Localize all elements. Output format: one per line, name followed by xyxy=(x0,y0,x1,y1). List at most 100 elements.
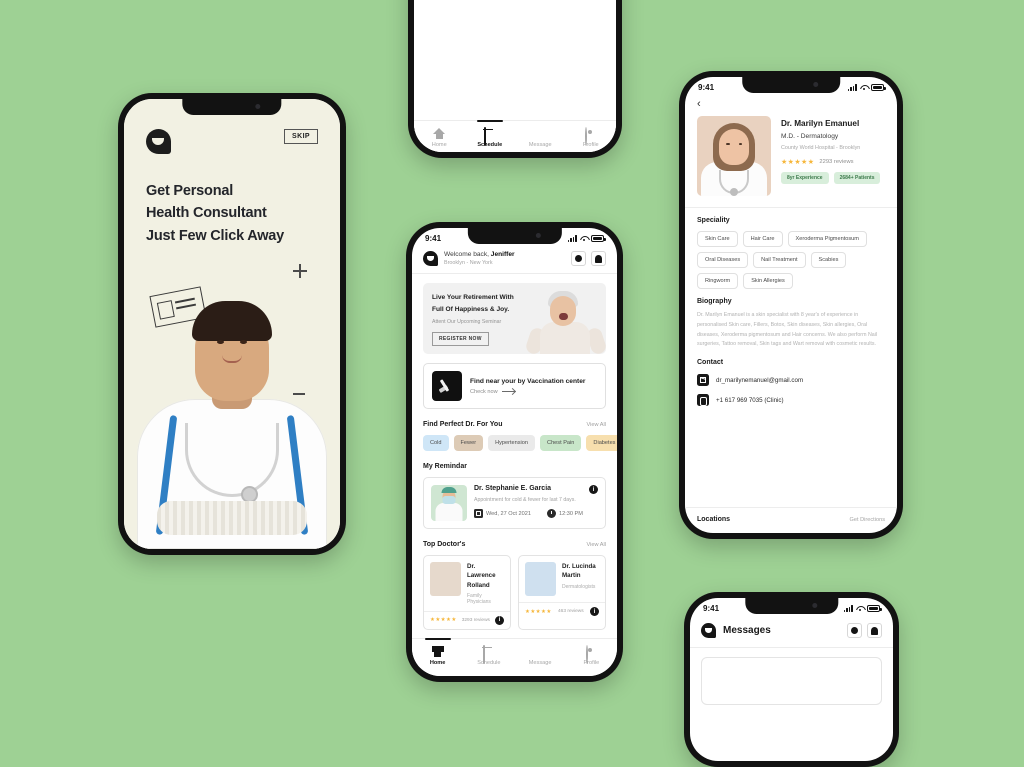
contact-email: dr_marilynemanuel@gmail.com xyxy=(716,376,804,384)
speciality-tag-2[interactable]: Xeroderma Pigmentosum xyxy=(787,231,867,247)
battery-icon xyxy=(591,235,606,242)
tab-message[interactable]: Message xyxy=(515,646,566,666)
doctor-badge-1: 2684+ Patients xyxy=(833,172,881,184)
speciality-tag-0[interactable]: Skin Care xyxy=(697,231,738,247)
home-header: Welcome back, Jeniffer Brooklyn - New Yo… xyxy=(412,245,617,274)
tab-home[interactable]: Home xyxy=(412,646,463,666)
info-icon[interactable] xyxy=(494,615,504,625)
contact-title: Contact xyxy=(697,359,724,367)
top-doctor-card[interactable]: Dr. Lucinda Martin Dermatologists ★★★★★ 463… xyxy=(518,555,606,630)
tab-profile[interactable]: Profile xyxy=(566,127,617,148)
welcome-prefix: Welcome back, xyxy=(444,251,491,258)
back-button[interactable]: ‹ xyxy=(685,94,897,112)
contact-phone-row[interactable]: +1 617 969 7035 (Clinic) xyxy=(697,394,885,407)
speciality-tag-6[interactable]: Ringworm xyxy=(697,273,739,289)
doctor-photo xyxy=(525,562,556,596)
reminder-title: My Remindar xyxy=(423,463,467,470)
speciality-tag-3[interactable]: Oral Diseases xyxy=(697,252,749,268)
top-doctors-title: Top Doctor's xyxy=(423,541,466,548)
doctor-role: M.D. - Dermatology xyxy=(781,133,839,140)
info-icon[interactable] xyxy=(589,607,599,616)
review-count: 3293 reviews xyxy=(461,617,490,623)
top-doctors-header: Top Doctor's View All xyxy=(423,541,606,548)
biography-title: Biography xyxy=(697,298,732,305)
find-doctor-header: Find Perfect Dr. For You View All xyxy=(423,421,606,428)
top-doctor-name: Dr. Lawrence Rolland xyxy=(467,563,496,589)
contact-email-row[interactable]: dr_marilynemanuel@gmail.com xyxy=(697,374,885,387)
symptom-chip-1[interactable]: Fewer xyxy=(453,435,484,451)
speciality-tag-7[interactable]: Skin Allergies xyxy=(743,273,793,289)
phone-home: 9:41 Welcome back, Jeniffer Brooklyn - N… xyxy=(406,222,623,682)
bell-icon xyxy=(871,626,878,635)
reminder-card[interactable]: Dr. Stephanie E. Garcia Appointment for … xyxy=(423,477,606,529)
reminder-time-label: 12:30 PM xyxy=(559,510,583,517)
doctor-illustration xyxy=(124,301,340,549)
tab-schedule[interactable]: Schedule xyxy=(465,127,516,148)
search-button[interactable] xyxy=(847,623,862,638)
tab-home[interactable]: Home xyxy=(414,128,465,148)
user-name: Jeniffer xyxy=(490,251,515,258)
get-directions-link[interactable]: Get Directions xyxy=(850,517,885,523)
reminder-doctor-name: Dr. Stephanie E. Garcia xyxy=(474,485,552,492)
onboarding-headline: Get Personal Health Consultant Just Few … xyxy=(124,154,340,247)
search-button[interactable] xyxy=(571,251,586,266)
top-doctors-view-all[interactable]: View All xyxy=(587,542,607,548)
mockup-stage: Offline Clinic Appointment Dr. Michael A… xyxy=(0,0,1024,767)
doctor-name: Dr. Marilyn Emanuel xyxy=(781,119,860,128)
symptom-chips: Cold Fewer Hypertension Chest Pain Diabetes xyxy=(423,435,617,451)
bottom-tabbar: Home Schedule Message Profile xyxy=(414,120,616,152)
phone-doctor-profile: 9:41 ‹ Dr. Marilyn Emanuel M.D. - Dermat… xyxy=(679,71,903,539)
symptom-chip-2[interactable]: Hypertension xyxy=(488,435,536,451)
info-icon[interactable] xyxy=(589,485,598,494)
banner-title-line1: Live Your Retirement With xyxy=(432,294,514,301)
doctor-photo xyxy=(697,116,771,196)
symptom-chip-0[interactable]: Cold xyxy=(423,435,449,451)
user-location: Brooklyn - New York xyxy=(444,260,493,266)
tab-schedule-label: Schedule xyxy=(477,142,503,148)
clock-icon xyxy=(547,509,556,518)
notification-button[interactable] xyxy=(867,623,882,638)
register-now-button[interactable]: REGISTER NOW xyxy=(432,332,489,347)
messages-title: Messages xyxy=(723,625,771,636)
top-doctor-specialty: Family Physicians xyxy=(467,592,491,605)
app-logo-icon xyxy=(701,623,716,638)
find-doctor-view-all[interactable]: View All xyxy=(587,422,607,428)
phone-schedule: Offline Clinic Appointment Dr. Michael A… xyxy=(408,0,622,158)
status-time: 9:41 xyxy=(703,604,720,613)
notification-button[interactable] xyxy=(591,251,606,266)
mail-icon xyxy=(697,374,709,387)
speciality-tag-1[interactable]: Hair Care xyxy=(742,231,783,247)
tab-profile[interactable]: Profile xyxy=(566,645,617,666)
speciality-tag-5[interactable]: Scabies xyxy=(810,252,847,268)
status-time: 9:41 xyxy=(425,234,442,243)
speciality-title: Speciality xyxy=(697,217,730,224)
camera-icon xyxy=(812,603,818,608)
doctor-badge-0: 8yr Experience xyxy=(781,172,829,184)
review-count: 463 reviews xyxy=(558,609,584,614)
phone-messages: 9:41 Messages xyxy=(684,592,899,767)
symptom-chip-4[interactable]: Diabetes xyxy=(586,435,617,451)
messages-screen: 9:41 Messages xyxy=(690,598,893,761)
vaccination-card[interactable]: Find near your by Vaccination center Che… xyxy=(423,363,606,409)
symptom-chip-3[interactable]: Chest Pain xyxy=(540,435,582,451)
doctor-badges: 8yr Experience 2684+ Patients xyxy=(781,172,885,184)
skip-button[interactable]: SKIP xyxy=(284,129,318,144)
wifi-icon xyxy=(580,235,588,242)
contact-phone: +1 617 969 7035 (Clinic) xyxy=(716,396,784,404)
speciality-tag-4[interactable]: Nail Treatment xyxy=(753,252,806,268)
camera-icon xyxy=(254,104,260,109)
reminder-doctor-thumbnail xyxy=(431,485,467,521)
tab-schedule[interactable]: Schedule xyxy=(463,645,514,666)
notch xyxy=(182,99,282,115)
vaccination-action[interactable]: Check now xyxy=(470,389,585,395)
rating-stars: ★★★★★ xyxy=(430,617,457,624)
notch xyxy=(744,598,839,614)
signal-icon xyxy=(567,235,577,242)
top-doctor-card[interactable]: Dr. Lawrence Rolland Family Physicians ★★★… xyxy=(423,555,511,630)
top-doctor-name: Dr. Lucinda Martin xyxy=(562,563,596,580)
message-list-item[interactable] xyxy=(701,657,882,705)
tab-message[interactable]: Message xyxy=(515,128,566,148)
promo-banner[interactable]: Live Your Retirement With Full Of Happin… xyxy=(423,283,606,354)
headline-line-2: Health Consultant xyxy=(146,205,267,222)
find-doctor-title: Find Perfect Dr. For You xyxy=(423,421,503,428)
